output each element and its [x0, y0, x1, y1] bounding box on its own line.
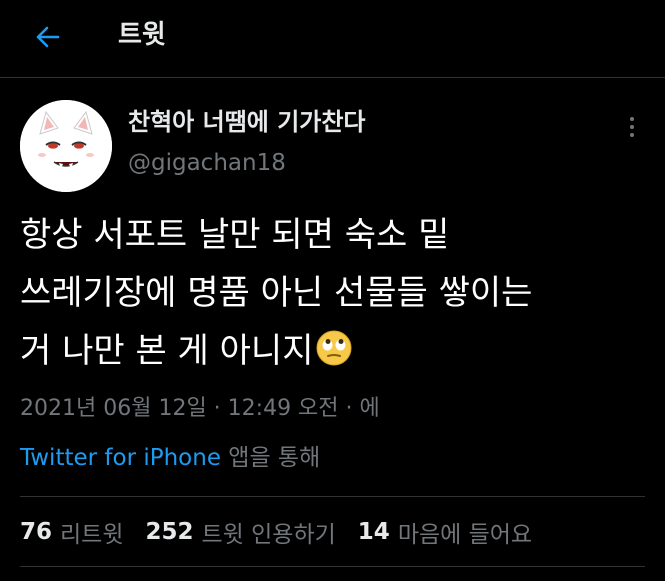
- tweet-timestamp[interactable]: 2021년 06월 12일 · 12:49 오전 · 에: [20, 394, 380, 424]
- source-link[interactable]: Twitter for iPhone: [20, 445, 221, 471]
- rolling-eyes-emoji-icon: [316, 330, 352, 366]
- author-handle[interactable]: @gigachan18: [128, 148, 286, 178]
- more-options-button[interactable]: [620, 112, 644, 142]
- quotes-stat[interactable]: 252 트윗 인용하기: [146, 515, 336, 549]
- avatar[interactable]: [20, 100, 112, 192]
- more-dot-icon: [630, 117, 634, 121]
- white-cat-avatar-icon: [20, 100, 112, 192]
- tweet-line: 항상 서포트 날만 되면 숙소 밑: [20, 215, 450, 255]
- quotes-count: 252: [145, 519, 194, 545]
- retweets-label: 리트윗: [60, 522, 124, 548]
- tweet-text: 항상 서포트 날만 되면 숙소 밑 쓰레기장에 명품 아닌 선물들 쌓이는 거 …: [20, 206, 650, 380]
- divider: [20, 566, 645, 567]
- tweet-line: 쓰레기장에 명품 아닌 선물들 쌓이는: [20, 273, 533, 313]
- top-bar: 트윗: [0, 0, 665, 78]
- more-dot-icon: [630, 133, 634, 137]
- tweet-detail-page: 트윗 찬혁아 너땜에 기가찬다 @gigachan18 항상 서포트 날만 되면…: [0, 0, 665, 581]
- more-dot-icon: [630, 125, 634, 129]
- page-title: 트윗: [118, 20, 166, 50]
- likes-stat[interactable]: 14 마음에 들어요: [358, 515, 532, 549]
- source-suffix: 앱을 통해: [220, 445, 321, 471]
- likes-count: 14: [357, 519, 390, 545]
- retweets-count: 76: [20, 519, 53, 545]
- tweet-line-text: 거 나만 본 게 아니지: [20, 331, 314, 371]
- tweet-line-last: 거 나만 본 게 아니지: [20, 322, 650, 380]
- tweet-stats: 76 리트윗 252 트윗 인용하기 14 마음에 들어요: [20, 514, 554, 550]
- quotes-label: 트윗 인용하기: [201, 522, 336, 548]
- divider: [20, 496, 645, 497]
- author-display-name[interactable]: 찬혁아 너땜에 기가찬다: [128, 106, 366, 138]
- tweet-source: Twitter for iPhone 앱을 통해: [20, 442, 320, 474]
- arrow-left-icon: [36, 26, 60, 48]
- back-button[interactable]: [30, 20, 64, 54]
- likes-label: 마음에 들어요: [397, 522, 533, 548]
- retweets-stat[interactable]: 76 리트윗: [20, 515, 124, 549]
